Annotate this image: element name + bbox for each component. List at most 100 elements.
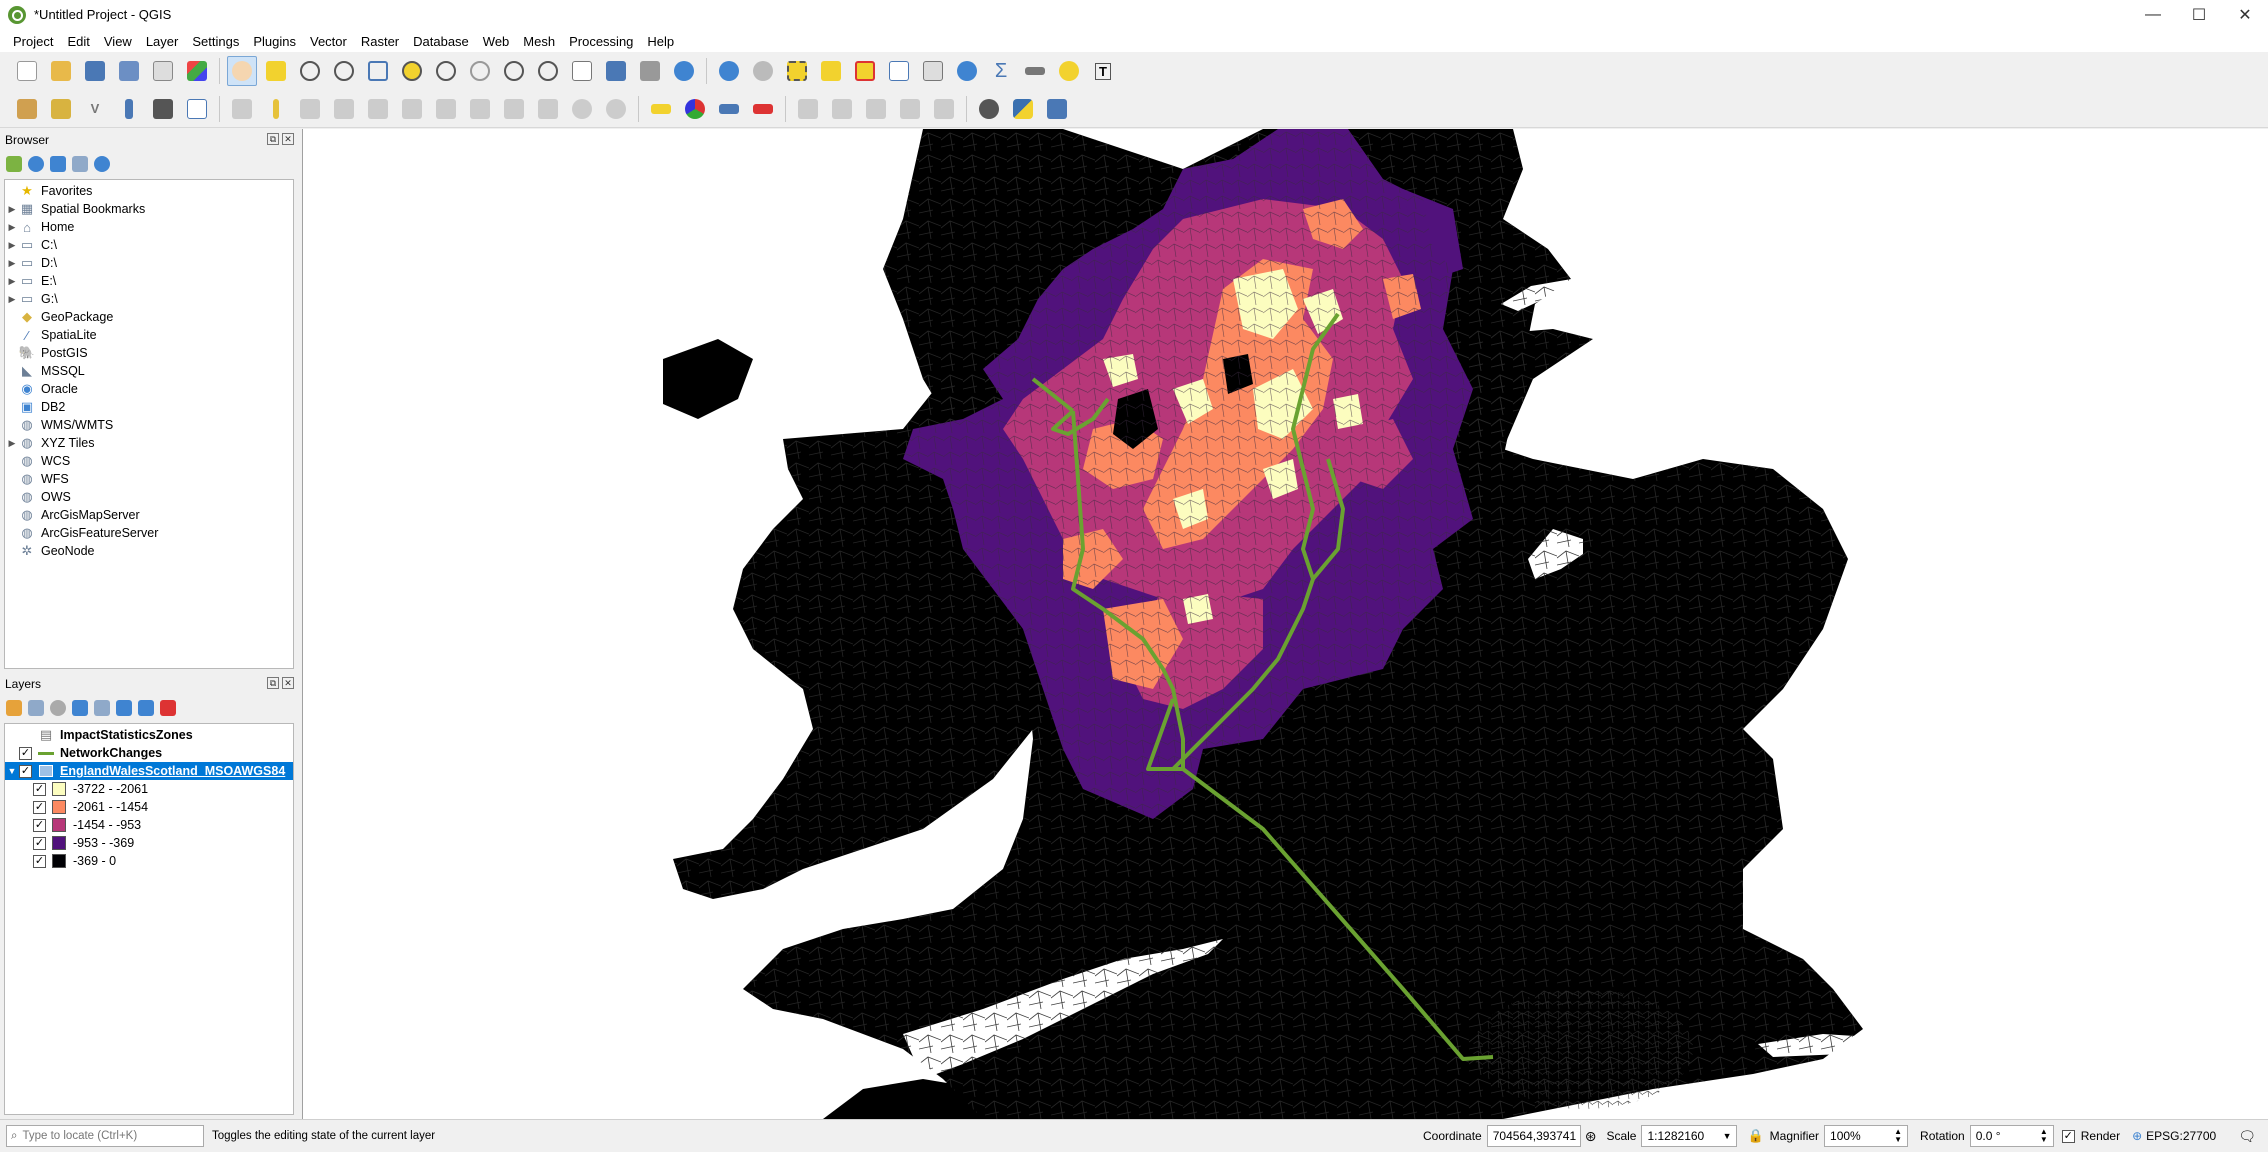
legend-class-row[interactable]: ✓ -369 - 0 — [5, 852, 293, 870]
processing-toolbox-button[interactable] — [952, 56, 982, 86]
close-button[interactable]: ✕ — [2222, 0, 2268, 30]
lock-scale-icon[interactable]: 🔒 — [1747, 1128, 1763, 1144]
pan-to-selection-button[interactable] — [261, 56, 291, 86]
menu-help[interactable]: Help — [640, 34, 681, 49]
move-label-button[interactable] — [793, 94, 823, 124]
toggle-extents-icon[interactable]: ⊛ — [1585, 1128, 1597, 1145]
python-console-button[interactable] — [1008, 94, 1038, 124]
magnifier-spinbox[interactable]: 100% ▲ ▼ — [1824, 1125, 1909, 1147]
browser-item-wms-wmts[interactable]: ◍ WMS/WMTS — [5, 416, 293, 434]
menu-settings[interactable]: Settings — [185, 34, 246, 49]
legend-class-checkbox[interactable]: ✓ — [33, 818, 46, 832]
expand-arrow-icon[interactable]: ▶ — [5, 294, 19, 305]
maximize-button[interactable]: ☐ — [2176, 0, 2222, 30]
select-by-value-button[interactable] — [816, 56, 846, 86]
expand-all-icon[interactable] — [116, 700, 132, 716]
legend-class-row[interactable]: ✓ -953 - -369 — [5, 834, 293, 852]
filter-legend-icon[interactable] — [72, 700, 88, 716]
menu-web[interactable]: Web — [476, 34, 517, 49]
new-shapefile-button[interactable]: V — [80, 94, 110, 124]
crs-label[interactable]: EPSG:27700 — [2146, 1129, 2216, 1143]
save-edits-button[interactable] — [295, 94, 325, 124]
browser-item-e[interactable]: ▶ ▭ E:\ — [5, 272, 293, 290]
new-map-view-button[interactable] — [567, 56, 597, 86]
browser-item-oracle[interactable]: ◉ Oracle — [5, 380, 293, 398]
rotation-spinbox[interactable]: 0.0 ° ▲ ▼ — [1969, 1125, 2054, 1147]
new-geopackage-button[interactable] — [46, 94, 76, 124]
style-manager-button[interactable] — [182, 56, 212, 86]
zoom-to-layer-button[interactable] — [431, 56, 461, 86]
redo-button[interactable] — [601, 94, 631, 124]
toggle-editing-button[interactable] — [261, 94, 291, 124]
browser-item-geonode[interactable]: ✲ GeoNode — [5, 542, 293, 560]
layer-labeling-button[interactable] — [646, 94, 676, 124]
layer-row-networkchanges[interactable]: ✓ NetworkChanges — [5, 744, 293, 762]
style-layer-icon[interactable] — [6, 700, 22, 716]
refresh-button[interactable] — [669, 56, 699, 86]
zoom-next-button[interactable] — [533, 56, 563, 86]
menu-layer[interactable]: Layer — [139, 34, 186, 49]
legend-class-checkbox[interactable]: ✓ — [33, 782, 46, 796]
move-diagram-button[interactable] — [895, 94, 925, 124]
browser-item-geopackage[interactable]: ◆ GeoPackage — [5, 308, 293, 326]
browser-item-spatialite[interactable]: ∕ SpatiaLite — [5, 326, 293, 344]
new-print-layout-button[interactable] — [148, 56, 178, 86]
layers-tree[interactable]: ▤ ImpactStatisticsZones ✓ NetworkChanges… — [4, 723, 294, 1115]
add-group-icon[interactable] — [28, 700, 44, 716]
measure-line-button[interactable] — [1020, 56, 1050, 86]
browser-item-spatial-bookmarks[interactable]: ▶ ▦ Spatial Bookmarks — [5, 200, 293, 218]
expand-arrow-icon[interactable]: ▶ — [5, 204, 19, 215]
save-as-button[interactable] — [114, 56, 144, 86]
new-project-button[interactable] — [12, 56, 42, 86]
zoom-last-button[interactable] — [499, 56, 529, 86]
open-project-button[interactable] — [46, 56, 76, 86]
new-temp-layer-button[interactable] — [148, 94, 178, 124]
browser-tree[interactable]: ★ Favorites ▶ ▦ Spatial Bookmarks ▶ ⌂ Home ▶ ▭ C:\… — [4, 179, 294, 669]
modify-attributes-button[interactable] — [397, 94, 427, 124]
collapse-all-icon[interactable] — [72, 156, 88, 172]
close-panel-button[interactable]: ✕ — [282, 677, 294, 689]
remove-layer-icon[interactable] — [160, 700, 176, 716]
add-layer-icon[interactable] — [6, 156, 22, 172]
cut-features-button[interactable] — [465, 94, 495, 124]
digitize-button[interactable] — [329, 94, 359, 124]
map-rendering[interactable] — [303, 129, 2268, 1119]
menu-mesh[interactable]: Mesh — [516, 34, 562, 49]
help-button[interactable] — [1042, 94, 1072, 124]
change-label-button[interactable] — [861, 94, 891, 124]
save-project-button[interactable] — [80, 56, 110, 86]
layer-visibility-checkbox[interactable]: ✓ — [19, 746, 32, 760]
legend-class-row[interactable]: ✓ -1454 - -953 — [5, 816, 293, 834]
browser-item-wfs[interactable]: ◍ WFS — [5, 470, 293, 488]
refresh-icon[interactable] — [28, 156, 44, 172]
show-bookmarks-button[interactable] — [635, 56, 665, 86]
browser-item-postgis[interactable]: 🐘 PostGIS — [5, 344, 293, 362]
layer-row-impactstatisticszones[interactable]: ▤ ImpactStatisticsZones — [5, 726, 293, 744]
crs-globe-icon[interactable]: ⊕ — [2132, 1129, 2142, 1143]
legend-class-checkbox[interactable]: ✓ — [33, 854, 46, 868]
rotate-label-button[interactable] — [827, 94, 857, 124]
float-panel-button[interactable]: ⧉ — [267, 677, 279, 689]
legend-class-row[interactable]: ✓ -3722 - -2061 — [5, 780, 293, 798]
zoom-in-button[interactable] — [295, 56, 325, 86]
expand-arrow-icon[interactable]: ▶ — [5, 222, 19, 233]
new-virtual-layer-button[interactable] — [182, 94, 212, 124]
metasearch-button[interactable] — [974, 94, 1004, 124]
legend-class-checkbox[interactable]: ✓ — [33, 800, 46, 814]
menu-processing[interactable]: Processing — [562, 34, 640, 49]
collapse-all-icon[interactable] — [138, 700, 154, 716]
attribute-table-button[interactable] — [884, 56, 914, 86]
menu-vector[interactable]: Vector — [303, 34, 354, 49]
pin-labels-button[interactable] — [714, 94, 744, 124]
select-features-button[interactable] — [782, 56, 812, 86]
browser-item-g[interactable]: ▶ ▭ G:\ — [5, 290, 293, 308]
pan-map-button[interactable] — [227, 56, 257, 86]
vertex-tool-button[interactable] — [363, 94, 393, 124]
show-hide-labels-button[interactable] — [748, 94, 778, 124]
statistical-summary-button[interactable]: Σ — [986, 56, 1016, 86]
legend-class-row[interactable]: ✓ -2061 - -1454 — [5, 798, 293, 816]
delete-selected-button[interactable] — [431, 94, 461, 124]
locator-search[interactable]: ⌕ Type to locate (Ctrl+K) — [6, 1125, 204, 1147]
map-canvas[interactable] — [302, 129, 2268, 1119]
filter-expression-icon[interactable] — [94, 700, 110, 716]
